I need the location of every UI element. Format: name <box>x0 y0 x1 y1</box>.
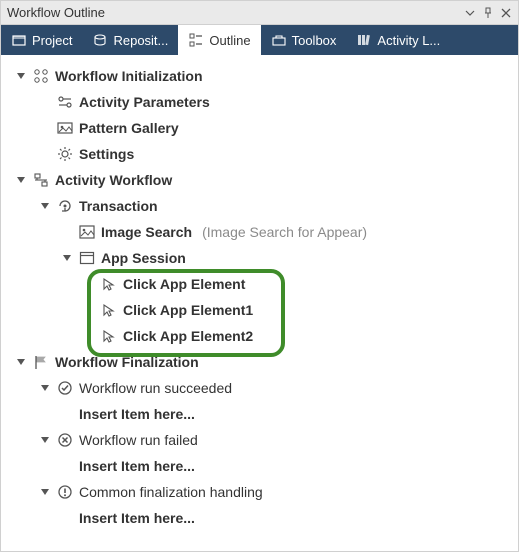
expander-icon[interactable] <box>15 70 27 82</box>
node-hint: (Image Search for Appear) <box>202 224 367 240</box>
project-icon <box>11 32 27 48</box>
node-label: Common finalization handling <box>79 484 263 500</box>
tree-node-initialization[interactable]: Workflow Initialization <box>5 63 514 89</box>
success-icon <box>57 380 73 396</box>
tab-project[interactable]: Project <box>1 25 82 55</box>
tab-label: Toolbox <box>292 33 337 48</box>
tab-toolbox[interactable]: Toolbox <box>261 25 347 55</box>
outline-icon <box>188 32 204 48</box>
tree-node-image-search[interactable]: Image Search (Image Search for Appear) <box>5 219 514 245</box>
app-session-icon <box>79 250 95 266</box>
info-icon <box>57 484 73 500</box>
panel-title-bar: Workflow Outline <box>1 1 518 25</box>
tab-label: Project <box>32 33 72 48</box>
tree-node-finalization[interactable]: Workflow Finalization <box>5 349 514 375</box>
node-label: Activity Workflow <box>55 172 172 188</box>
expander-icon[interactable] <box>61 252 73 264</box>
tab-repository[interactable]: Reposit... <box>82 25 178 55</box>
expander-icon[interactable] <box>15 174 27 186</box>
node-label: App Session <box>101 250 186 266</box>
node-label: Click App Element1 <box>123 302 253 318</box>
library-icon <box>356 32 372 48</box>
node-label: Workflow Initialization <box>55 68 203 84</box>
tree-node-common-finalization[interactable]: Common finalization handling <box>5 479 514 505</box>
tree-node-pattern-gallery[interactable]: Pattern Gallery <box>5 115 514 141</box>
tab-label: Outline <box>209 33 250 48</box>
tree-view[interactable]: Workflow Initialization Activity Paramet… <box>1 55 518 551</box>
node-label: Settings <box>79 146 134 162</box>
tree-node-activity-workflow[interactable]: Activity Workflow <box>5 167 514 193</box>
node-label: Insert Item here... <box>79 406 195 422</box>
window-dropdown-button[interactable] <box>462 5 478 21</box>
expander-icon[interactable] <box>39 382 51 394</box>
workflow-outline-panel: Workflow Outline Project Reposit... <box>0 0 519 552</box>
close-button[interactable] <box>498 5 514 21</box>
tree-node-insert-placeholder[interactable]: Insert Item here... <box>5 453 514 479</box>
tree-node-activity-parameters[interactable]: Activity Parameters <box>5 89 514 115</box>
node-label: Click App Element2 <box>123 328 253 344</box>
tree-node-insert-placeholder[interactable]: Insert Item here... <box>5 505 514 531</box>
expander-icon[interactable] <box>39 200 51 212</box>
cursor-icon <box>101 276 117 292</box>
node-label: Image Search <box>101 224 192 240</box>
node-label: Insert Item here... <box>79 458 195 474</box>
node-label: Workflow Finalization <box>55 354 199 370</box>
tree-node-click-element-2[interactable]: Click App Element2 <box>5 323 514 349</box>
tab-activity-library[interactable]: Activity L... <box>346 25 450 55</box>
parameters-icon <box>57 94 73 110</box>
gear-icon <box>57 146 73 162</box>
expander-icon[interactable] <box>39 486 51 498</box>
expander-icon[interactable] <box>39 434 51 446</box>
node-label: Insert Item here... <box>79 510 195 526</box>
toolbox-icon <box>271 32 287 48</box>
initialization-icon <box>33 68 49 84</box>
node-label: Transaction <box>79 198 158 214</box>
tree-node-settings[interactable]: Settings <box>5 141 514 167</box>
gallery-icon <box>57 120 73 136</box>
cursor-icon <box>101 328 117 344</box>
image-search-icon <box>79 224 95 240</box>
node-label: Workflow run succeeded <box>79 380 232 396</box>
tree-node-insert-placeholder[interactable]: Insert Item here... <box>5 401 514 427</box>
expander-icon[interactable] <box>15 356 27 368</box>
node-label: Click App Element <box>123 276 245 292</box>
finalization-icon <box>33 354 49 370</box>
tree-node-app-session[interactable]: App Session <box>5 245 514 271</box>
failed-icon <box>57 432 73 448</box>
tab-outline[interactable]: Outline <box>178 25 260 55</box>
tree-node-click-element-1[interactable]: Click App Element1 <box>5 297 514 323</box>
tree-node-transaction[interactable]: Transaction <box>5 193 514 219</box>
panel-title: Workflow Outline <box>5 5 460 20</box>
repository-icon <box>92 32 108 48</box>
node-label: Pattern Gallery <box>79 120 179 136</box>
tab-strip: Project Reposit... Outline Toolbox Activ… <box>1 25 518 55</box>
tab-label: Reposit... <box>113 33 168 48</box>
tree-node-run-succeeded[interactable]: Workflow run succeeded <box>5 375 514 401</box>
tab-label: Activity L... <box>377 33 440 48</box>
cursor-icon <box>101 302 117 318</box>
pin-button[interactable] <box>480 5 496 21</box>
tree-node-run-failed[interactable]: Workflow run failed <box>5 427 514 453</box>
node-label: Workflow run failed <box>79 432 198 448</box>
workflow-icon <box>33 172 49 188</box>
tree-node-click-element-0[interactable]: Click App Element <box>5 271 514 297</box>
transaction-icon <box>57 198 73 214</box>
node-label: Activity Parameters <box>79 94 210 110</box>
